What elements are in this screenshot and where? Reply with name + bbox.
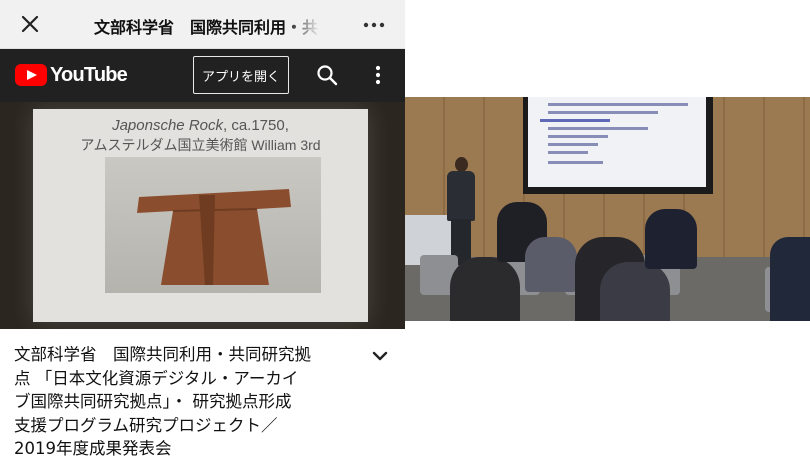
mobile-page: 文部科学省 国際共同利用・共同研究拠点 YouTube アプリを開く	[0, 0, 405, 464]
close-icon[interactable]	[18, 12, 42, 36]
description-line: 文部科学省 国際共同利用・共同研究拠	[14, 345, 311, 364]
description-line: 支援プログラム研究プロジェクト／	[14, 415, 278, 435]
youtube-logo[interactable]: YouTube	[15, 63, 128, 87]
description-line: ブ国際共同研究拠点」・ 研究拠点形成	[14, 392, 292, 411]
youtube-play-icon	[15, 64, 47, 86]
lecture-video-frame[interactable]	[405, 97, 810, 321]
youtube-header: YouTube アプリを開く	[0, 49, 405, 102]
audience-member	[645, 209, 697, 269]
slide-text-line	[548, 135, 608, 138]
projection-screen	[523, 97, 713, 194]
more-vertical-icon[interactable]	[366, 63, 390, 87]
slide-text-line	[548, 111, 658, 114]
more-horizontal-icon[interactable]	[361, 12, 387, 38]
description-line: 点 「日本文化資源デジタル・アーカイ	[14, 368, 299, 388]
audience-member	[600, 262, 670, 321]
slide-text-line	[548, 161, 603, 164]
slide-caption-line2: アムステルダム国立美術館 William 3rd	[80, 137, 321, 153]
description-line: 2019年度成果発表会	[14, 439, 172, 458]
slide-text-line	[540, 119, 610, 122]
video-player[interactable]: Japonsche Rock, ca.1750, アムステルダム国立美術館 Wi…	[0, 102, 405, 329]
audience-member	[525, 237, 577, 292]
slide-text-line	[548, 127, 648, 130]
chevron-down-icon[interactable]	[371, 347, 389, 365]
video-description: 文部科学省 国際共同利用・共同研究拠 点 「日本文化資源デジタル・アーカイ ブ国…	[14, 343, 374, 461]
screenshot-root: 文部科学省 国際共同利用・共同研究拠点 YouTube アプリを開く	[0, 0, 810, 464]
search-icon[interactable]	[315, 63, 339, 87]
slide-text-line	[548, 151, 588, 154]
title-fade	[286, 10, 328, 40]
youtube-logo-text: YouTube	[50, 63, 128, 86]
audience-member	[770, 237, 810, 321]
slide-caption-italic: Japonsche Rock	[112, 117, 223, 134]
presentation-slide: Japonsche Rock, ca.1750, アムステルダム国立美術館 Wi…	[33, 109, 368, 322]
browser-top-bar: 文部科学省 国際共同利用・共同研究拠点	[0, 0, 405, 49]
audience-member	[450, 257, 520, 321]
garment-photo	[105, 157, 321, 293]
lecture-video-panel	[405, 0, 810, 464]
slide-text-line	[548, 103, 688, 106]
projected-slide	[528, 97, 706, 187]
kimono-image	[137, 189, 291, 285]
slide-text-line	[548, 143, 598, 146]
open-app-button[interactable]: アプリを開く	[193, 56, 289, 94]
slide-caption-rest: , ca.1750,	[223, 117, 289, 134]
slide-caption: Japonsche Rock, ca.1750,	[33, 117, 368, 134]
speaker	[443, 157, 479, 267]
